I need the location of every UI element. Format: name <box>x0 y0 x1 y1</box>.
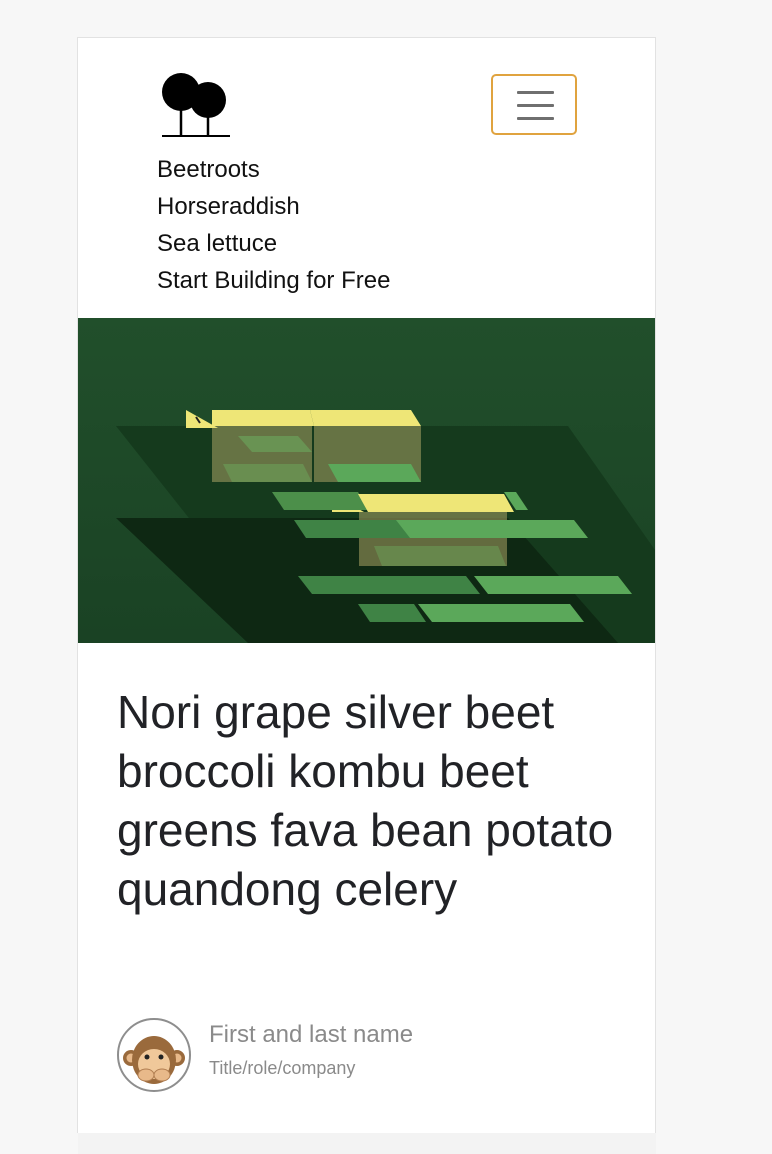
two-trees-icon[interactable] <box>161 72 231 138</box>
hero-illustration <box>78 318 655 643</box>
monkey-avatar-icon <box>123 1036 185 1084</box>
main-nav: Beetroots Horseraddish Sea lettuce Start… <box>157 151 390 299</box>
author-name: First and last name <box>209 1021 414 1048</box>
author-avatar <box>117 1018 191 1092</box>
hamburger-menu-button[interactable] <box>491 74 577 135</box>
nav-item-beetroots[interactable]: Beetroots <box>157 151 390 188</box>
author-role: Title/role/company <box>209 1058 356 1078</box>
nav-item-start-building[interactable]: Start Building for Free <box>157 262 390 299</box>
content-card: Beetroots Horseraddish Sea lettuce Start… <box>77 37 656 1133</box>
next-section <box>78 1133 656 1154</box>
article-title: Nori grape silver beet broccoli kombu be… <box>117 686 614 915</box>
nav-item-sea-lettuce[interactable]: Sea lettuce <box>157 225 390 262</box>
hamburger-menu-icon <box>517 91 554 94</box>
nav-item-horseraddish[interactable]: Horseraddish <box>157 188 390 225</box>
